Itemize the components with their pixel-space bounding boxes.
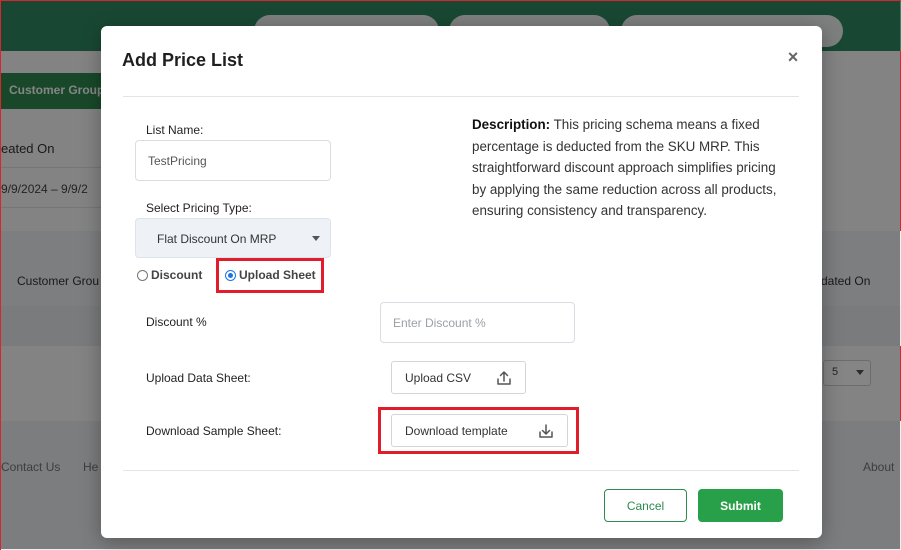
download-template-label: Download template <box>405 423 508 438</box>
discount-label: Discount % <box>146 315 207 329</box>
pricing-type-select[interactable]: Flat Discount On MRP <box>135 218 331 258</box>
chevron-down-icon <box>312 236 320 241</box>
download-template-button[interactable]: Download template <box>391 414 568 447</box>
modal-title: Add Price List <box>122 50 244 70</box>
download-sample-label: Download Sample Sheet: <box>146 424 282 438</box>
radio-upload-sheet-control[interactable] <box>225 269 236 281</box>
list-name-label: List Name: <box>146 123 204 137</box>
radio-upload-sheet-label: Upload Sheet <box>239 268 316 282</box>
submit-button[interactable]: Submit <box>698 489 783 522</box>
radio-discount-label: Discount <box>151 268 203 282</box>
upload-csv-label: Upload CSV <box>405 370 472 385</box>
cancel-button[interactable]: Cancel <box>604 489 687 522</box>
footer-divider <box>123 470 799 471</box>
add-price-list-modal: Add Price List × List Name: Select Prici… <box>101 26 822 538</box>
download-icon <box>539 424 553 438</box>
header-divider <box>123 96 799 97</box>
radio-discount-control[interactable] <box>137 269 148 281</box>
upload-sheet-label: Upload Data Sheet: <box>146 371 251 385</box>
description-heading: Description: <box>472 117 551 132</box>
discount-input[interactable] <box>380 302 575 343</box>
radio-discount[interactable]: Discount <box>137 268 202 282</box>
list-name-input[interactable] <box>135 140 331 181</box>
radio-upload-sheet[interactable]: Upload Sheet <box>225 268 316 282</box>
upload-csv-button[interactable]: Upload CSV <box>391 361 526 394</box>
pricing-type-value: Flat Discount On MRP <box>157 232 277 246</box>
pricing-type-label: Select Pricing Type: <box>146 201 252 215</box>
close-icon[interactable]: × <box>785 48 801 66</box>
pricing-description: Description: This pricing schema means a… <box>472 114 792 222</box>
upload-icon <box>497 371 511 385</box>
description-text: This pricing schema means a fixed percen… <box>472 117 777 218</box>
